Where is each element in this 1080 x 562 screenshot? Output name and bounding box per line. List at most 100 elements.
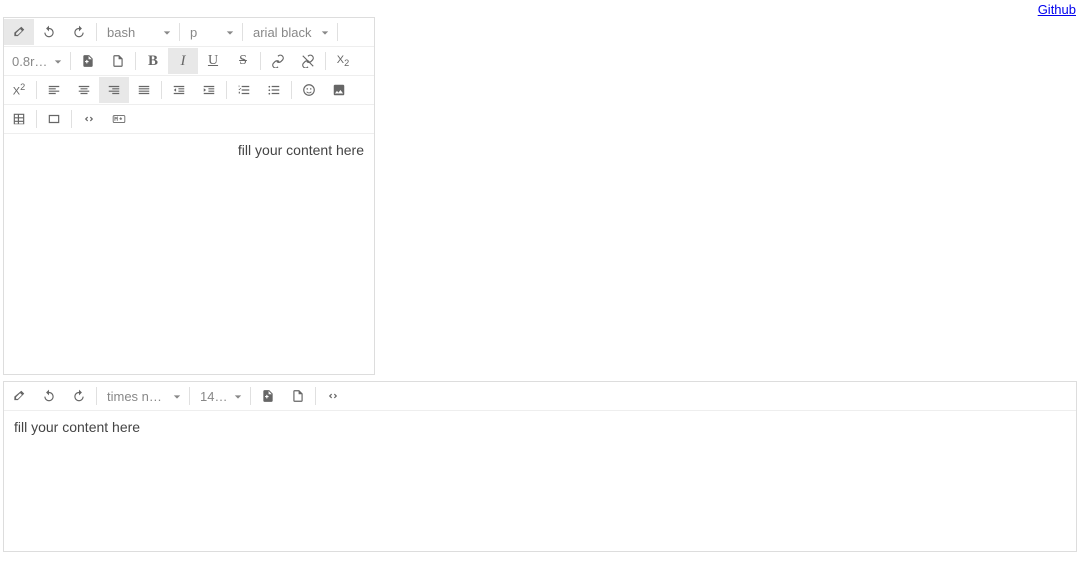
subscript-button[interactable]: X2: [328, 48, 358, 74]
separator: [96, 23, 97, 41]
separator: [189, 387, 190, 405]
tag-select[interactable]: p: [182, 19, 240, 45]
table-button[interactable]: [4, 106, 34, 132]
emoji-button[interactable]: [294, 77, 324, 103]
size-select[interactable]: 0.8rem: [4, 48, 68, 74]
eraser-button[interactable]: [4, 383, 34, 409]
file-add-button[interactable]: [253, 383, 283, 409]
code-icon: [326, 389, 340, 403]
separator: [179, 23, 180, 41]
outdent-button[interactable]: [164, 77, 194, 103]
superscript-button[interactable]: X2: [4, 77, 34, 103]
unordered-list-button[interactable]: [259, 77, 289, 103]
separator: [161, 81, 162, 99]
redo-button[interactable]: [64, 383, 94, 409]
separator: [242, 23, 243, 41]
font-select-label: arial black: [253, 25, 315, 40]
editor-content[interactable]: fill your content here: [4, 411, 1076, 551]
font-select[interactable]: arial black: [245, 19, 335, 45]
chevron-down-icon: [226, 25, 234, 40]
separator: [135, 52, 136, 70]
strike-button[interactable]: S: [228, 48, 258, 74]
separator: [36, 81, 37, 99]
file-button[interactable]: [283, 383, 313, 409]
separator: [337, 23, 338, 41]
unlink-button[interactable]: [293, 48, 323, 74]
markdown-icon: [112, 112, 126, 126]
toolbar-row-4: [4, 105, 374, 134]
bold-icon: B: [148, 53, 158, 70]
github-link[interactable]: Github: [1038, 2, 1076, 17]
ordered-list-button[interactable]: [229, 77, 259, 103]
chevron-down-icon: [321, 25, 329, 40]
italic-icon: I: [181, 53, 186, 70]
editor-2: times new r... 14px fill your content he…: [3, 381, 1077, 552]
separator: [226, 81, 227, 99]
separator: [291, 81, 292, 99]
editor-content[interactable]: fill your content here: [4, 134, 374, 374]
eraser-button[interactable]: [4, 19, 34, 45]
redo-icon: [72, 389, 86, 403]
separator: [36, 110, 37, 128]
underline-button[interactable]: U: [198, 48, 228, 74]
unlink-icon: [301, 54, 315, 68]
size-select-label: 14px: [200, 389, 228, 404]
outdent-icon: [172, 83, 186, 97]
align-center-button[interactable]: [69, 77, 99, 103]
toolbar-row-1: bash p arial black: [4, 18, 374, 47]
ordered-list-icon: [237, 83, 251, 97]
redo-button[interactable]: [64, 19, 94, 45]
align-left-button[interactable]: [39, 77, 69, 103]
separator: [250, 387, 251, 405]
image-button[interactable]: [324, 77, 354, 103]
align-left-icon: [47, 83, 61, 97]
fullscreen-button[interactable]: [39, 106, 69, 132]
language-select[interactable]: bash: [99, 19, 177, 45]
indent-button[interactable]: [194, 77, 224, 103]
size-select-label: 0.8rem: [12, 54, 48, 69]
code-button[interactable]: [318, 383, 348, 409]
code-icon: [82, 112, 96, 126]
size-select[interactable]: 14px: [192, 383, 248, 409]
image-icon: [332, 83, 346, 97]
toolbar-row-3: X2: [4, 76, 374, 105]
separator: [325, 52, 326, 70]
separator: [260, 52, 261, 70]
align-justify-icon: [137, 83, 151, 97]
file-add-button[interactable]: [73, 48, 103, 74]
file-add-icon: [81, 54, 95, 68]
separator: [71, 110, 72, 128]
undo-button[interactable]: [34, 19, 64, 45]
undo-icon: [42, 25, 56, 39]
language-select-label: bash: [107, 25, 157, 40]
fullscreen-icon: [47, 112, 61, 126]
unordered-list-icon: [267, 83, 281, 97]
align-right-button[interactable]: [99, 77, 129, 103]
separator: [315, 387, 316, 405]
undo-button[interactable]: [34, 383, 64, 409]
align-center-icon: [77, 83, 91, 97]
font-select-label: times new r...: [107, 389, 167, 404]
indent-icon: [202, 83, 216, 97]
align-right-icon: [107, 83, 121, 97]
separator: [70, 52, 71, 70]
file-icon: [111, 54, 125, 68]
italic-button[interactable]: I: [168, 48, 198, 74]
chevron-down-icon: [163, 25, 171, 40]
markdown-button[interactable]: [104, 106, 134, 132]
emoji-icon: [302, 83, 316, 97]
editor-1: bash p arial black 0.8rem B I U S: [3, 17, 375, 375]
chevron-down-icon: [173, 389, 181, 404]
toolbar-row-2: 0.8rem B I U S X2: [4, 47, 374, 76]
code-button[interactable]: [74, 106, 104, 132]
link-button[interactable]: [263, 48, 293, 74]
redo-icon: [72, 25, 86, 39]
file-button[interactable]: [103, 48, 133, 74]
strike-icon: S: [239, 53, 247, 69]
bold-button[interactable]: B: [138, 48, 168, 74]
toolbar-2: times new r... 14px: [4, 382, 1076, 411]
eraser-icon: [12, 389, 26, 403]
underline-icon: U: [208, 53, 218, 69]
align-justify-button[interactable]: [129, 77, 159, 103]
font-select[interactable]: times new r...: [99, 383, 187, 409]
